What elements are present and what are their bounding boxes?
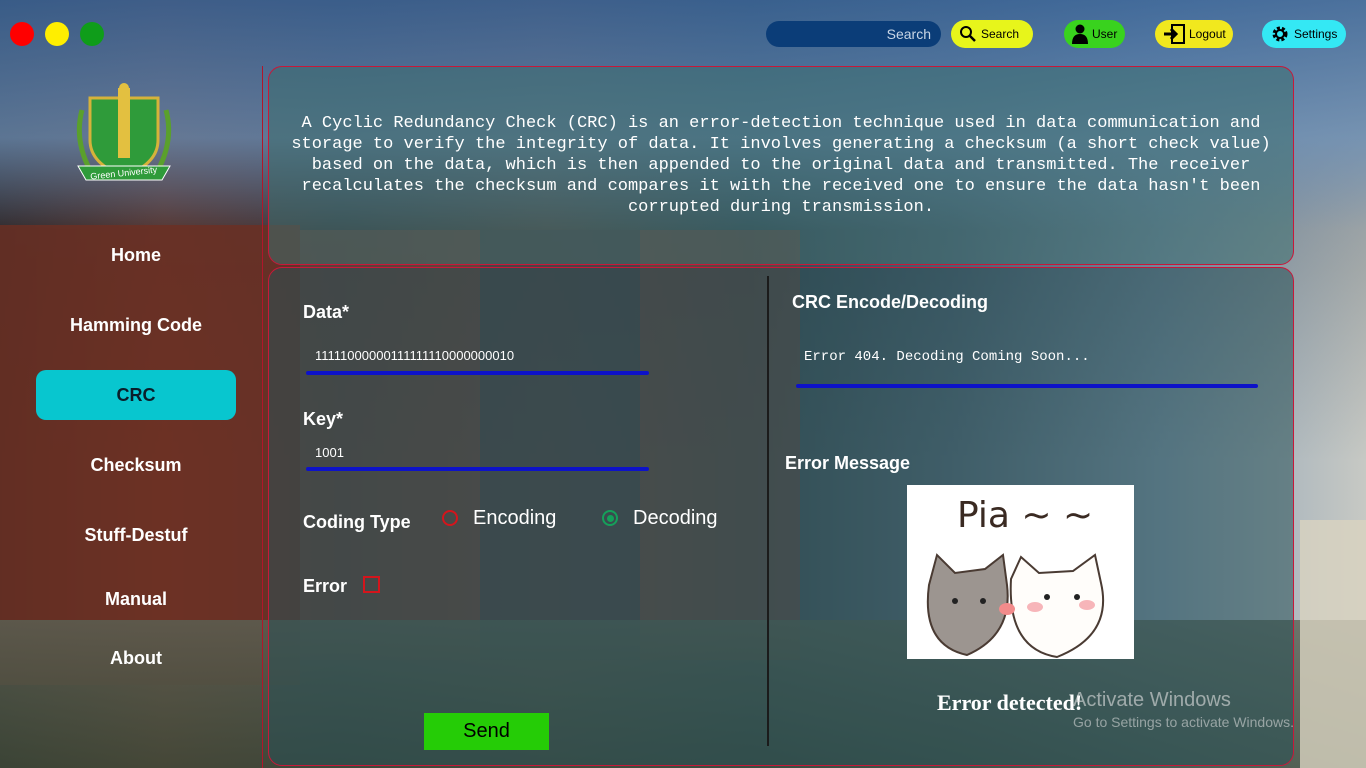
data-input[interactable]: 11111000000111111110000000010 [315,348,514,363]
output-field[interactable]: Error 404. Decoding Coming Soon... [804,349,1090,365]
send-button[interactable]: Send [424,713,549,750]
coding-type-label: Coding Type [303,512,411,532]
error-label: Error [303,576,348,596]
error-checkbox[interactable] [363,576,380,593]
search-button[interactable]: Search [951,20,1033,48]
activate-windows-subtitle: Go to Settings to activate Windows. [1073,714,1294,730]
data-input-underline [306,371,649,375]
encoding-radio-label[interactable]: Encoding [473,507,556,530]
minimize-window-button[interactable] [45,22,69,46]
nav-item-hamming-code[interactable]: Hamming Code [36,300,236,350]
description-panel: A Cyclic Redundancy Check (CRC) is an er… [268,66,1294,265]
gear-icon [1272,26,1288,42]
error-detected-text: Error detected! [937,690,1083,715]
decoding-radio-label[interactable]: Decoding [633,507,718,530]
output-title: CRC Encode/Decoding [792,292,989,312]
background-wall [1300,520,1366,768]
magnifier-icon [960,26,976,42]
user-button-label: User [1092,27,1118,41]
nav-item-crc[interactable]: CRC [36,370,236,420]
maximize-window-button[interactable] [80,22,104,46]
user-icon [1072,24,1088,44]
image-caption: Pia ~ ~ [957,495,1093,536]
decoding-radio[interactable] [602,510,618,526]
search-button-label: Search [981,27,1020,41]
key-input[interactable]: 1001 [315,445,344,460]
activate-windows-title: Activate Windows [1073,689,1231,711]
output-field-underline [796,384,1258,388]
crc-description: A Cyclic Redundancy Check (CRC) is an er… [291,114,1271,217]
sidebar-divider [262,66,263,768]
search-input[interactable] [766,21,941,47]
nav-item-checksum[interactable]: Checksum [36,440,236,490]
key-label: Key* [303,409,344,429]
nav-item-stuff-destuf[interactable]: Stuff-Destuf [36,510,236,560]
nav-item-home[interactable]: Home [36,230,236,280]
data-label: Data* [303,302,350,322]
encoding-radio[interactable] [442,510,458,526]
logout-button-label: Logout [1189,27,1226,41]
nav-item-about[interactable]: About [36,633,236,683]
key-input-underline [306,467,649,471]
user-button[interactable]: User [1064,20,1125,48]
settings-button[interactable]: Settings [1262,20,1346,48]
logout-button[interactable]: Logout [1155,20,1233,48]
close-window-button[interactable] [10,22,34,46]
nav-item-manual[interactable]: Manual [36,574,236,624]
error-cat-image: Pia ~ ~ [907,485,1134,659]
logout-icon [1164,24,1185,44]
panel-divider [767,276,769,746]
settings-button-label: Settings [1294,27,1338,41]
university-logo: Green University [70,80,178,185]
error-message-label: Error Message [785,453,911,473]
